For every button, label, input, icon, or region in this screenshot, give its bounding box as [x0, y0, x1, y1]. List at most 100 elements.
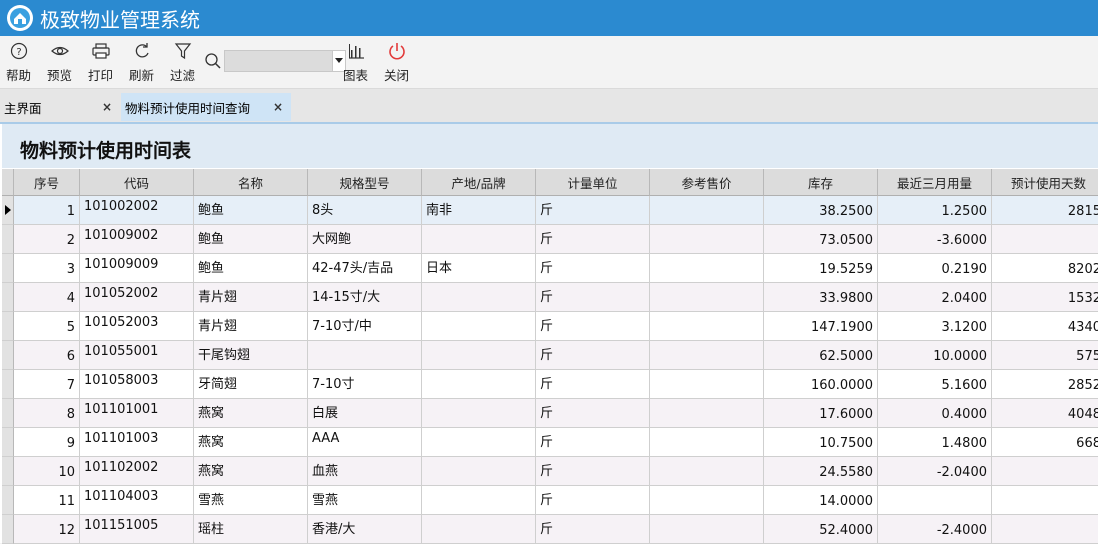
close-button[interactable]: 关闭	[384, 40, 409, 84]
table-cell[interactable]	[992, 457, 1098, 486]
table-cell[interactable]	[650, 370, 764, 399]
table-cell[interactable]: 12	[14, 515, 80, 544]
table-row[interactable]: 3 101009009 鲍鱼 42-47头/吉品 日本斤 19.5259 0.2190 820…	[2, 254, 1098, 283]
column-header[interactable]: 预计使用天数	[992, 169, 1098, 196]
table-cell[interactable]: 17.6000	[764, 399, 878, 428]
table-cell[interactable]: 4048	[992, 399, 1098, 428]
table-cell[interactable]	[422, 341, 536, 370]
table-cell[interactable]: 斤	[536, 312, 650, 341]
column-header[interactable]: 最近三月用量	[878, 169, 992, 196]
table-row[interactable]: 7 101058003 牙简翅 7-10寸 斤 160.0000 5.1600 2852	[2, 370, 1098, 399]
table-cell[interactable]: 8头	[308, 196, 422, 225]
table-cell[interactable]: 8	[14, 399, 80, 428]
table-cell[interactable]: AAA	[308, 428, 422, 457]
table-cell[interactable]: 14.0000	[764, 486, 878, 515]
tab-home[interactable]: 主界面 ×	[0, 93, 120, 121]
table-cell[interactable]: 1	[14, 196, 80, 225]
table-cell[interactable]: 668	[992, 428, 1098, 457]
table-cell[interactable]: 1532	[992, 283, 1098, 312]
table-cell[interactable]	[992, 486, 1098, 515]
refresh-button[interactable]: 刷新	[129, 40, 154, 84]
table-cell[interactable]: 101102002	[80, 457, 194, 486]
table-cell[interactable]: 10	[14, 457, 80, 486]
table-cell[interactable]: 101002002	[80, 196, 194, 225]
table-cell[interactable]: 鲍鱼	[194, 254, 308, 283]
row-indicator[interactable]	[2, 428, 14, 457]
table-cell[interactable]	[422, 370, 536, 399]
table-cell[interactable]: 2815	[992, 196, 1098, 225]
table-cell[interactable]: 33.9800	[764, 283, 878, 312]
table-cell[interactable]: 10.7500	[764, 428, 878, 457]
table-cell[interactable]: 8202	[992, 254, 1098, 283]
row-indicator[interactable]	[2, 486, 14, 515]
table-cell[interactable]	[422, 515, 536, 544]
close-icon[interactable]: ×	[273, 100, 283, 114]
table-row[interactable]: 6101055001干尾钩翅 斤 62.500010.0000575	[2, 341, 1098, 370]
table-cell[interactable]	[650, 312, 764, 341]
table-cell[interactable]	[650, 341, 764, 370]
table-cell[interactable]: 38.2500	[764, 196, 878, 225]
table-cell[interactable]: 血燕	[308, 457, 422, 486]
preview-button[interactable]: 预览	[47, 40, 72, 84]
table-cell[interactable]: 雪燕	[194, 486, 308, 515]
table-cell[interactable]	[308, 341, 422, 370]
table-cell[interactable]: -3.6000	[878, 225, 992, 254]
table-row[interactable]: 4 101052002 青片翅 14-15寸/大 斤 33.9800 2.0400 1532	[2, 283, 1098, 312]
table-cell[interactable]	[650, 399, 764, 428]
table-cell[interactable]: 101009002	[80, 225, 194, 254]
column-header[interactable]: 名称	[194, 169, 308, 196]
table-cell[interactable]: 斤	[536, 515, 650, 544]
column-header[interactable]: 代码	[80, 169, 194, 196]
table-cell[interactable]: 白展	[308, 399, 422, 428]
table-cell[interactable]: 青片翅	[194, 312, 308, 341]
column-header[interactable]: 参考售价	[650, 169, 764, 196]
table-cell[interactable]: 青片翅	[194, 283, 308, 312]
help-button[interactable]: ? 帮助	[6, 40, 31, 84]
table-cell[interactable]: 73.0500	[764, 225, 878, 254]
table-cell[interactable]: 101101003	[80, 428, 194, 457]
table-cell[interactable]: 5	[14, 312, 80, 341]
column-header[interactable]: 规格型号	[308, 169, 422, 196]
row-indicator[interactable]	[2, 370, 14, 399]
table-cell[interactable]: 1.2500	[878, 196, 992, 225]
row-indicator[interactable]	[2, 312, 14, 341]
table-cell[interactable]: 雪燕	[308, 486, 422, 515]
table-cell[interactable]	[650, 254, 764, 283]
table-cell[interactable]: 1.4800	[878, 428, 992, 457]
table-cell[interactable]: 4	[14, 283, 80, 312]
table-cell[interactable]: 2852	[992, 370, 1098, 399]
table-cell[interactable]: 101058003	[80, 370, 194, 399]
table-cell[interactable]: 斤	[536, 225, 650, 254]
row-indicator[interactable]	[2, 196, 14, 225]
close-icon[interactable]: ×	[102, 100, 112, 114]
table-cell[interactable]: 42-47头/吉品	[308, 254, 422, 283]
table-row[interactable]: 11 101104003 雪燕 雪燕斤 14.0000	[2, 486, 1098, 515]
table-cell[interactable]: 11	[14, 486, 80, 515]
table-cell[interactable]	[422, 457, 536, 486]
row-indicator[interactable]	[2, 254, 14, 283]
row-indicator[interactable]	[2, 225, 14, 254]
table-cell[interactable]: 101104003	[80, 486, 194, 515]
print-button[interactable]: 打印	[88, 40, 113, 84]
table-cell[interactable]: 斤	[536, 457, 650, 486]
table-cell[interactable]	[422, 225, 536, 254]
table-cell[interactable]: 斤	[536, 254, 650, 283]
table-row[interactable]: 5 101052003 青片翅 7-10寸/中 斤 147.1900 3.1200 4340	[2, 312, 1098, 341]
row-indicator[interactable]	[2, 283, 14, 312]
table-cell[interactable]	[422, 399, 536, 428]
table-cell[interactable]	[422, 312, 536, 341]
table-cell[interactable]: -2.0400	[878, 457, 992, 486]
table-cell[interactable]: 101055001	[80, 341, 194, 370]
table-cell[interactable]: 燕窝	[194, 399, 308, 428]
table-cell[interactable]: 干尾钩翅	[194, 341, 308, 370]
table-cell[interactable]: 瑶柱	[194, 515, 308, 544]
row-indicator[interactable]	[2, 341, 14, 370]
table-cell[interactable]: 香港/大	[308, 515, 422, 544]
table-cell[interactable]: 斤	[536, 486, 650, 515]
table-cell[interactable]: 14-15寸/大	[308, 283, 422, 312]
table-cell[interactable]: 鲍鱼	[194, 196, 308, 225]
search-icon[interactable]	[204, 52, 224, 70]
table-cell[interactable]: 24.5580	[764, 457, 878, 486]
table-cell[interactable]: 燕窝	[194, 457, 308, 486]
table-cell[interactable]	[422, 428, 536, 457]
